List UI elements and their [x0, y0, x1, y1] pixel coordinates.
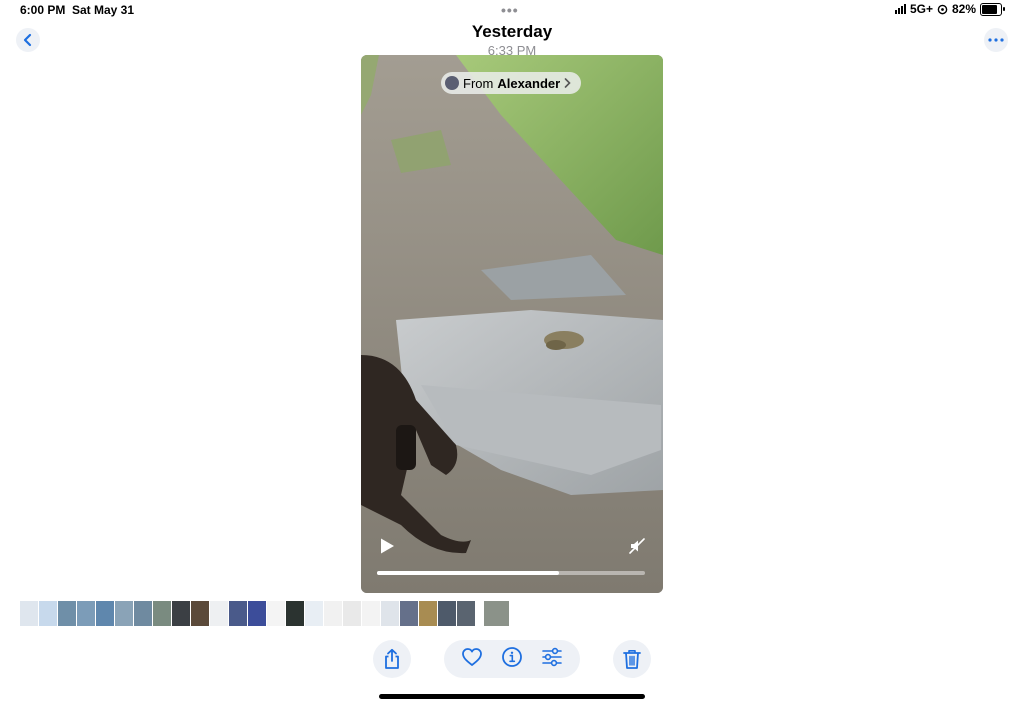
mute-button[interactable]	[628, 537, 646, 560]
share-icon	[385, 648, 399, 669]
thumbnail[interactable]	[115, 601, 133, 626]
thumbnail[interactable]	[153, 601, 171, 626]
thumbnail[interactable]	[305, 601, 323, 626]
avatar	[445, 76, 459, 90]
network-type: 5G+	[909, 2, 933, 16]
scrubber-progress	[377, 571, 560, 575]
battery-icon	[980, 2, 1005, 16]
thumbnail[interactable]	[77, 601, 95, 626]
thumbnail[interactable]	[248, 601, 266, 626]
cellular-signal-icon	[894, 4, 906, 14]
play-icon	[381, 538, 394, 554]
location-icon	[937, 4, 948, 14]
thumbnail[interactable]	[457, 601, 475, 626]
battery-percent: 82%	[951, 2, 976, 16]
video-frame-image	[361, 55, 663, 593]
thumbnail[interactable]	[381, 601, 399, 626]
thumbnail-current[interactable]	[484, 601, 509, 626]
status-time: 6:00 PM	[20, 3, 66, 17]
status-indicators: 5G+ 82%	[894, 2, 1005, 16]
photo-actions-group	[444, 640, 580, 678]
shared-from-name: Alexander	[497, 75, 561, 91]
share-button[interactable]	[373, 640, 411, 678]
chevron-right-icon	[564, 78, 571, 88]
thumbnail-strip[interactable]	[20, 601, 509, 626]
shared-from-prefix: From	[463, 75, 494, 91]
thumbnail[interactable]	[172, 601, 190, 626]
info-icon	[502, 646, 522, 667]
trash-icon	[623, 650, 641, 669]
thumbnail[interactable]	[362, 601, 380, 626]
thumbnail[interactable]	[20, 601, 38, 626]
status-date: Sat May 31	[72, 3, 135, 17]
heart-icon	[462, 647, 482, 666]
ellipsis-icon	[988, 38, 1004, 42]
sliders-icon	[542, 647, 562, 666]
thumbnail[interactable]	[324, 601, 342, 626]
thumbnail[interactable]	[286, 601, 304, 626]
edit-adjust-button[interactable]	[541, 647, 563, 672]
thumbnail[interactable]	[419, 601, 437, 626]
thumbnail[interactable]	[134, 601, 152, 626]
delete-button[interactable]	[613, 640, 651, 678]
thumbnail[interactable]	[438, 601, 456, 626]
thumbnail[interactable]	[210, 601, 228, 626]
video-player[interactable]	[361, 55, 663, 593]
thumbnail[interactable]	[400, 601, 418, 626]
thumbnail[interactable]	[39, 601, 57, 626]
thumbnail[interactable]	[191, 601, 209, 626]
thumbnail[interactable]	[229, 601, 247, 626]
thumbnail[interactable]	[96, 601, 114, 626]
thumbnail[interactable]	[58, 601, 76, 626]
video-scrubber[interactable]	[377, 571, 645, 575]
page-title: Yesterday	[471, 22, 553, 41]
info-button[interactable]	[501, 646, 523, 673]
home-indicator[interactable]	[379, 694, 645, 699]
shared-from-pill[interactable]: From Alexander	[441, 72, 582, 94]
favorite-button[interactable]	[461, 647, 483, 672]
speaker-muted-icon	[629, 538, 645, 554]
thumbnail[interactable]	[267, 601, 285, 626]
multitasking-dots[interactable]: •••	[501, 2, 519, 18]
more-options-button[interactable]	[984, 28, 1008, 52]
play-button[interactable]	[378, 537, 396, 560]
thumbnail[interactable]	[343, 601, 361, 626]
